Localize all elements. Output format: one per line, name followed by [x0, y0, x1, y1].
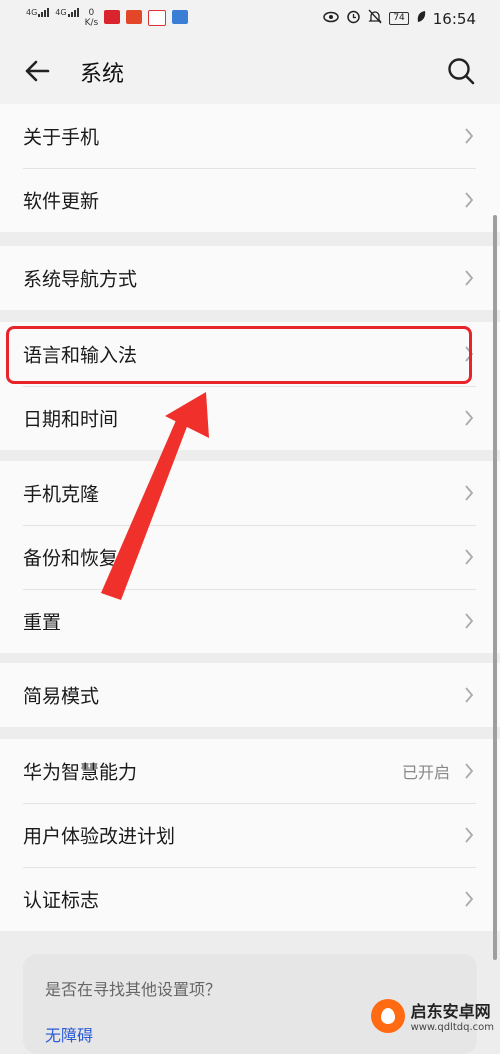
settings-item-label: 认证标志 [23, 889, 100, 912]
back-arrow-icon [25, 60, 50, 82]
settings-group: 手机克隆 备份和恢复 重置 [0, 461, 500, 653]
watermark-logo-icon [370, 998, 405, 1033]
settings-item-phone-clone[interactable]: 手机克隆 [0, 461, 500, 525]
settings-group: 华为智慧能力 已开启 用户体验改进计划 认证标志 [0, 739, 500, 931]
settings-item-label: 用户体验改进计划 [23, 825, 176, 848]
settings-item-about-phone[interactable]: 关于手机 [0, 104, 500, 168]
chevron-right-icon [465, 613, 474, 629]
watermark: 启东安卓网 www.qdltdq.com [370, 998, 494, 1033]
suggestion-question: 是否在寻找其他设置项？ [45, 980, 222, 999]
settings-group: 简易模式 [0, 663, 500, 727]
network-speed: 0 K/s [85, 8, 99, 28]
settings-item-label: 软件更新 [23, 190, 100, 213]
back-button[interactable] [22, 56, 52, 86]
chevron-right-icon [465, 687, 474, 703]
signal-label: 4G [55, 8, 67, 17]
network-speed-unit: K/s [84, 18, 99, 28]
chevron-right-icon [465, 410, 474, 426]
accessibility-link[interactable]: 无障碍 [45, 1022, 93, 1046]
scrollbar[interactable] [493, 215, 497, 960]
settings-item-label: 系统导航方式 [23, 268, 138, 291]
app-notification-icon [126, 10, 143, 24]
chevron-right-icon [465, 192, 474, 208]
watermark-url: www.qdltdq.com [410, 1022, 494, 1033]
settings-item-software-update[interactable]: 软件更新 [0, 168, 500, 232]
app-notification-icon [104, 10, 121, 24]
search-icon [448, 58, 475, 85]
alarm-icon [346, 9, 361, 28]
settings-item-simple-mode[interactable]: 简易模式 [0, 663, 500, 727]
page-title: 系统 [80, 62, 125, 87]
signal-icon: 4G [55, 8, 79, 17]
highlight-box [6, 326, 472, 384]
settings-item-reset[interactable]: 重置 [0, 589, 500, 653]
settings-item-label: 日期和时间 [23, 408, 119, 431]
settings-item-certification[interactable]: 认证标志 [0, 867, 500, 931]
chevron-right-icon [465, 485, 474, 501]
settings-group: 系统导航方式 [0, 246, 500, 310]
network-speed-value: 0 [88, 8, 95, 18]
eye-comfort-icon [323, 11, 340, 27]
chevron-right-icon [465, 128, 474, 144]
app-notification-icon [172, 10, 189, 24]
app-header: 系统 [0, 38, 500, 104]
clock: 16:54 [432, 9, 476, 28]
settings-item-value: 已开启 [401, 763, 450, 782]
settings-item-label: 备份和恢复 [23, 547, 119, 570]
chevron-right-icon [465, 763, 474, 779]
settings-item-label: 手机克隆 [23, 483, 100, 506]
app-notification-icon [148, 10, 167, 26]
signal-label: 4G [26, 8, 38, 17]
settings-group: 关于手机 软件更新 [0, 104, 500, 232]
settings-item-user-experience[interactable]: 用户体验改进计划 [0, 803, 500, 867]
settings-item-label: 华为智慧能力 [23, 761, 138, 784]
chevron-right-icon [465, 891, 474, 907]
settings-item-label: 简易模式 [23, 685, 100, 708]
status-bar: 4G 4G 0 K/s 74 16:54 [0, 0, 500, 38]
chevron-right-icon [465, 270, 474, 286]
settings-item-backup-restore[interactable]: 备份和恢复 [0, 525, 500, 589]
chevron-right-icon [465, 827, 474, 843]
settings-item-navigation[interactable]: 系统导航方式 [0, 246, 500, 310]
search-button[interactable] [446, 56, 476, 86]
mute-icon [368, 9, 382, 28]
settings-item-label: 关于手机 [23, 126, 100, 149]
leaf-icon [416, 10, 426, 28]
settings-item-huawei-ai[interactable]: 华为智慧能力 已开启 [0, 739, 500, 803]
settings-item-label: 重置 [23, 611, 62, 634]
battery-icon: 74 [389, 12, 409, 25]
signal-icon: 4G [26, 8, 50, 17]
settings-item-date-time[interactable]: 日期和时间 [0, 386, 500, 450]
chevron-right-icon [465, 549, 474, 565]
watermark-name: 启东安卓网 [410, 1002, 491, 1021]
